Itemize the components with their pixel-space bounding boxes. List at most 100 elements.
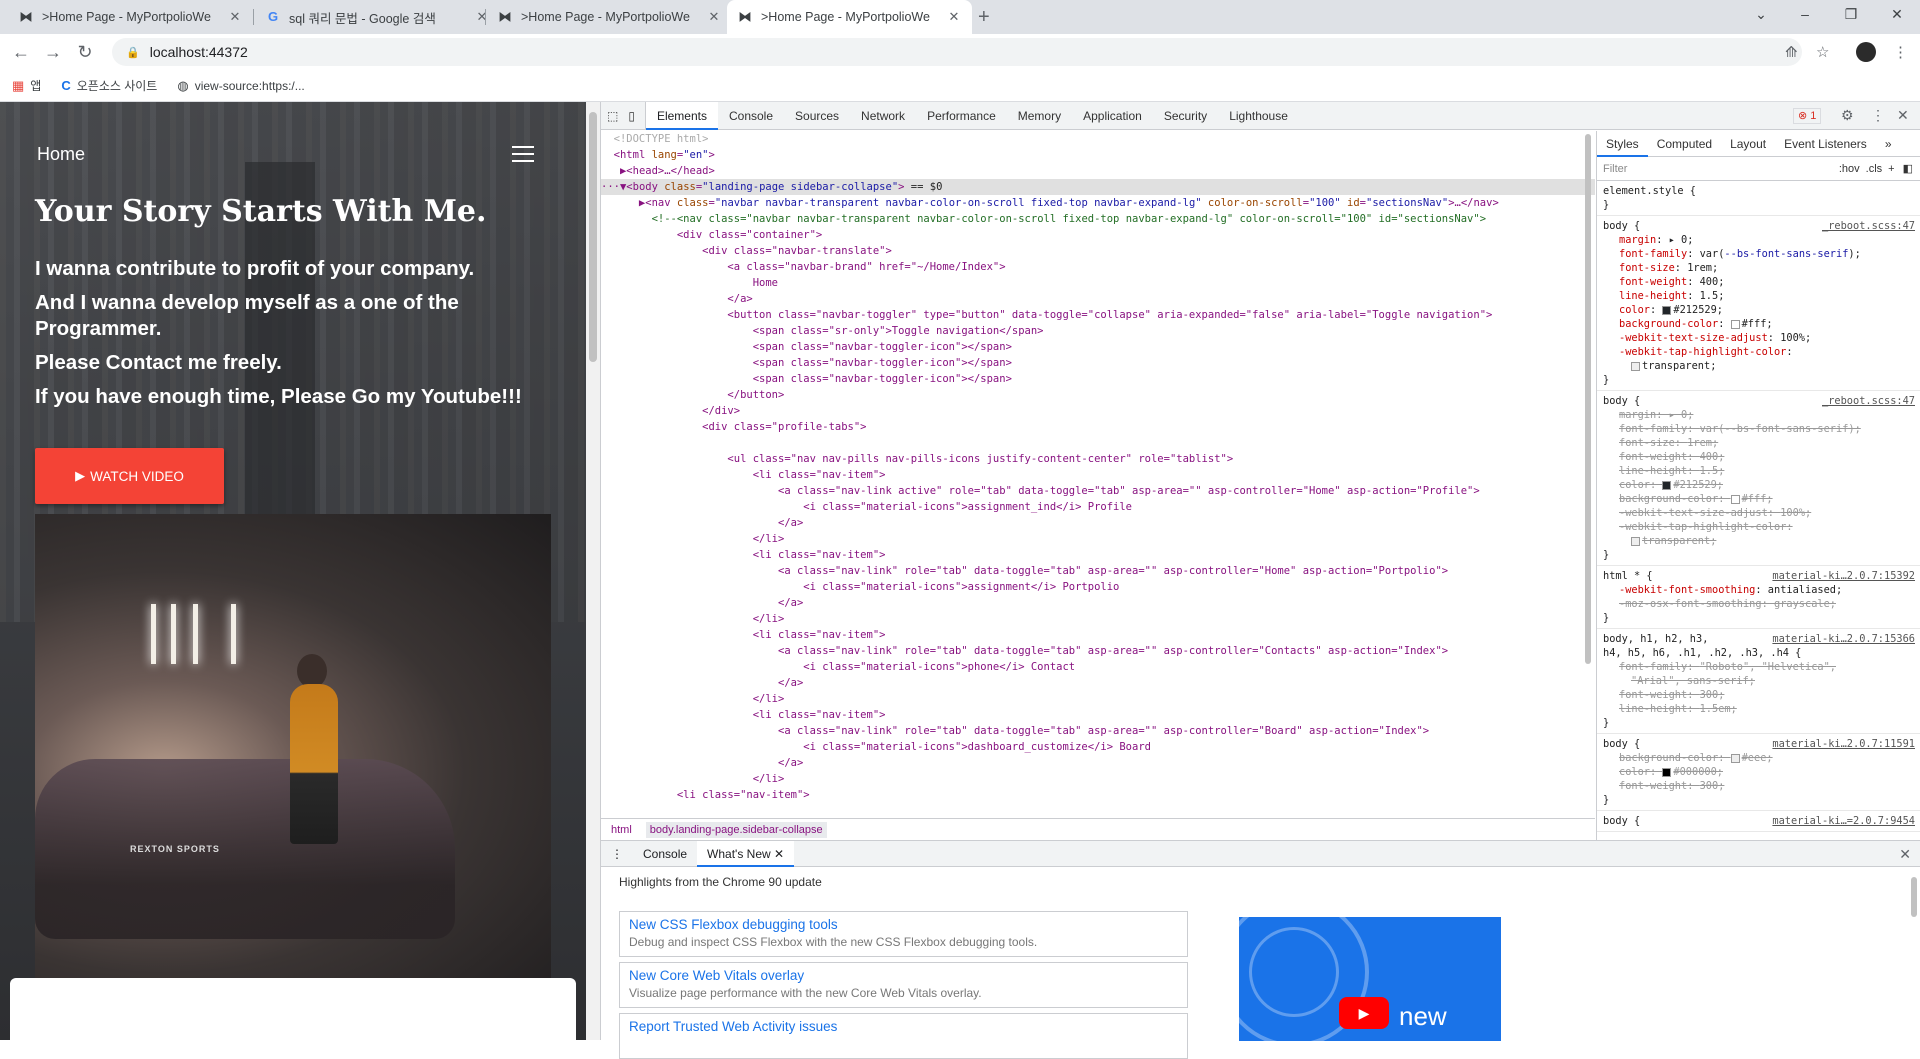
bookmark-opensource[interactable]: C 오픈소스 사이트 xyxy=(61,77,157,94)
bookmark-view-source[interactable]: ◍ view-source:https:/... xyxy=(177,78,304,94)
tab-security[interactable]: Security xyxy=(1153,102,1218,130)
window-close-button[interactable]: ✕ xyxy=(1882,6,1912,23)
page-scrollbar[interactable] xyxy=(586,102,600,1040)
close-icon[interactable]: ✕ xyxy=(774,847,784,861)
globe-icon: ◍ xyxy=(177,77,189,93)
bookmark-label: view-source:https:/... xyxy=(194,78,305,93)
drawer-tab-whats-new[interactable]: What's New ✕ xyxy=(697,840,795,867)
bookmark-apps[interactable]: ▦ 앱 xyxy=(12,77,41,94)
whats-new-video-thumbnail[interactable]: ▶ new xyxy=(1239,917,1501,1041)
devtools-drawer: ⋮ Console What's New ✕ ✕ Highlights from… xyxy=(601,840,1920,1059)
whats-new-heading: Highlights from the Chrome 90 update xyxy=(619,875,822,889)
tab-title: >Home Page - MyPortpolioWe xyxy=(761,10,930,24)
breadcrumb-item[interactable]: body.landing-page.sidebar-collapse xyxy=(645,821,827,838)
browser-toolbar: ← → ↻ 🔒 localhost:44372 ⟰ ☆ ⋮ xyxy=(0,34,1920,70)
back-button[interactable]: ← xyxy=(9,42,33,63)
bookmark-label: 오픈소스 사이트 xyxy=(76,79,158,93)
whats-new-item[interactable]: New Core Web Vitals overlay Visualize pa… xyxy=(619,962,1188,1008)
browser-tab[interactable]: G sql 쿼리 문법 - Google 검색 ✕ xyxy=(255,0,500,34)
tab-console[interactable]: Console xyxy=(718,102,784,130)
devtools-close-icon[interactable]: ✕ xyxy=(1897,107,1909,124)
browser-tab-active[interactable]: ⧓ >Home Page - MyPortpolioWe ✕ xyxy=(727,0,972,34)
mask-icon: ⧓ xyxy=(738,9,752,24)
close-icon[interactable]: ✕ xyxy=(946,9,962,25)
lock-icon: 🔒 xyxy=(126,46,140,59)
rule-selector: element.style { xyxy=(1603,185,1696,197)
whats-new-title[interactable]: New CSS Flexbox debugging tools xyxy=(629,917,1178,932)
inspect-element-icon[interactable]: ⬚ xyxy=(601,102,624,130)
whats-new-title[interactable]: Report Trusted Web Activity issues xyxy=(629,1019,1178,1034)
filter-input[interactable]: Filter xyxy=(1603,163,1627,175)
translate-icon[interactable]: ⟰ xyxy=(1785,43,1798,61)
tab-application[interactable]: Application xyxy=(1072,102,1153,130)
drawer-scrollbar[interactable] xyxy=(1909,867,1919,1041)
profile-avatar[interactable] xyxy=(1856,42,1876,62)
new-tab-button[interactable]: + xyxy=(978,6,990,29)
mask-icon: ⧓ xyxy=(19,9,33,24)
whats-new-item[interactable]: New CSS Flexbox debugging tools Debug an… xyxy=(619,911,1188,957)
error-count-badge[interactable]: ⊗ 1 xyxy=(1793,108,1822,124)
tab-performance[interactable]: Performance xyxy=(916,102,1007,130)
tab-title: sql 쿼리 문법 - Google 검색 xyxy=(289,11,436,26)
close-icon[interactable]: ✕ xyxy=(227,9,243,25)
thumbnail-text: new xyxy=(1399,1001,1447,1031)
styles-tab-bar: Styles Computed Layout Event Listeners » xyxy=(1597,131,1920,157)
reload-button[interactable]: ↻ xyxy=(73,42,97,63)
tab-network[interactable]: Network xyxy=(850,102,916,130)
tab-computed[interactable]: Computed xyxy=(1648,131,1721,157)
devtools-menu-icon[interactable]: ⋮ xyxy=(1871,107,1885,124)
tab-title: >Home Page - MyPortpolioWe xyxy=(521,10,690,24)
youtube-play-icon: ▶ xyxy=(1339,997,1389,1029)
watch-video-button[interactable]: ▶ WATCH VIDEO xyxy=(35,448,224,504)
navbar-brand[interactable]: Home xyxy=(37,144,85,165)
tab-sources[interactable]: Sources xyxy=(784,102,850,130)
dom-tree[interactable]: <!DOCTYPE html> <html lang="en"> ▶<head>… xyxy=(601,131,1595,818)
drawer-tab-console[interactable]: Console xyxy=(633,841,697,867)
cls-toggle[interactable]: .cls xyxy=(1866,163,1883,175)
new-rule-icon[interactable]: + xyxy=(1888,163,1894,175)
browser-tab[interactable]: ⧓ >Home Page - MyPortpolioWe ✕ xyxy=(8,0,253,34)
whats-new-desc: Visualize page performance with the new … xyxy=(629,986,982,1000)
devtools-panel: ⬚ ▯ Elements Console Sources Network Per… xyxy=(600,101,1920,1059)
style-rule: material-ki…2.0.7:15366 body, h1, h2, h3… xyxy=(1597,629,1920,734)
hero-line: Please Contact me freely. xyxy=(35,351,282,374)
more-tabs-icon[interactable]: » xyxy=(1876,131,1901,157)
tab-title: >Home Page - MyPortpolioWe xyxy=(42,10,211,24)
breadcrumb-item[interactable]: html xyxy=(611,824,632,836)
navbar-toggler-button[interactable] xyxy=(512,146,534,167)
tab-styles[interactable]: Styles xyxy=(1597,131,1648,157)
c-logo-icon: C xyxy=(61,78,71,93)
maximize-button[interactable]: ❐ xyxy=(1836,6,1866,23)
forward-button[interactable]: → xyxy=(41,42,65,63)
drawer-menu-icon[interactable]: ⋮ xyxy=(601,841,633,867)
menu-kebab-icon[interactable]: ⋮ xyxy=(1893,43,1908,61)
tab-search-icon[interactable]: ⌄ xyxy=(1746,6,1776,23)
browser-tab[interactable]: ⧓ >Home Page - MyPortpolioWe ✕ xyxy=(487,0,732,34)
style-rule: _reboot.scss:47 body { margin: ▸ 0; font… xyxy=(1597,216,1920,391)
drawer-close-icon[interactable]: ✕ xyxy=(1899,846,1911,863)
whats-new-item[interactable]: Report Trusted Web Activity issues xyxy=(619,1013,1188,1059)
dom-tree-scrollbar[interactable] xyxy=(1583,134,1593,814)
address-bar[interactable]: 🔒 localhost:44372 xyxy=(112,38,1802,66)
drawer-tab-label: What's New xyxy=(707,846,771,861)
tab-layout[interactable]: Layout xyxy=(1721,131,1775,157)
bookmark-star-icon[interactable]: ☆ xyxy=(1816,43,1829,61)
drawer-tab-bar: ⋮ Console What's New ✕ xyxy=(601,840,1920,867)
tab-memory[interactable]: Memory xyxy=(1007,102,1072,130)
apps-grid-icon: ▦ xyxy=(12,77,25,93)
close-icon[interactable]: ✕ xyxy=(706,9,722,25)
tab-elements[interactable]: Elements xyxy=(645,101,718,130)
watch-video-label: WATCH VIDEO xyxy=(90,468,184,484)
whats-new-title[interactable]: New Core Web Vitals overlay xyxy=(629,968,1178,983)
device-toolbar-icon[interactable]: ▯ xyxy=(624,101,646,130)
website-viewport: Home Your Story Starts With Me. I wanna … xyxy=(0,102,586,1040)
tab-event-listeners[interactable]: Event Listeners xyxy=(1775,131,1876,157)
settings-gear-icon[interactable]: ⚙ xyxy=(1841,107,1854,124)
style-rule: material-ki…=2.0.7:9454 body { xyxy=(1597,811,1920,832)
devtools-tab-bar: ⬚ ▯ Elements Console Sources Network Per… xyxy=(601,101,1920,130)
minimize-button[interactable]: – xyxy=(1790,6,1820,22)
hov-toggle[interactable]: :hov xyxy=(1839,163,1860,175)
content-card xyxy=(10,978,576,1040)
tab-lighthouse[interactable]: Lighthouse xyxy=(1218,102,1299,130)
computed-sidebar-icon[interactable]: ◧ xyxy=(1903,162,1913,175)
